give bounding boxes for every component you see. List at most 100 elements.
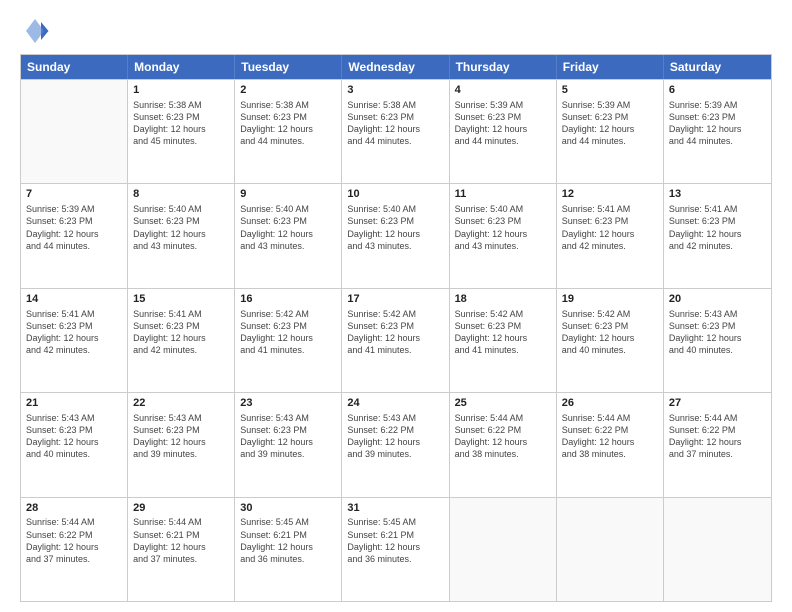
day-number: 19 [562,292,658,307]
calendar: SundayMondayTuesdayWednesdayThursdayFrid… [20,54,772,602]
cell-info: Sunrise: 5:39 AM Sunset: 6:23 PM Dayligh… [562,99,658,148]
day-number: 22 [133,396,229,411]
day-number: 28 [26,501,122,516]
cell-info: Sunrise: 5:42 AM Sunset: 6:23 PM Dayligh… [562,308,658,357]
day-header-saturday: Saturday [664,55,771,79]
cal-cell: 10Sunrise: 5:40 AM Sunset: 6:23 PM Dayli… [342,184,449,287]
cell-info: Sunrise: 5:41 AM Sunset: 6:23 PM Dayligh… [669,203,766,252]
cal-cell: 16Sunrise: 5:42 AM Sunset: 6:23 PM Dayli… [235,289,342,392]
week-row-3: 14Sunrise: 5:41 AM Sunset: 6:23 PM Dayli… [21,288,771,392]
day-number: 8 [133,187,229,202]
cal-cell: 14Sunrise: 5:41 AM Sunset: 6:23 PM Dayli… [21,289,128,392]
cal-cell: 2Sunrise: 5:38 AM Sunset: 6:23 PM Daylig… [235,80,342,183]
day-number: 16 [240,292,336,307]
cal-cell: 6Sunrise: 5:39 AM Sunset: 6:23 PM Daylig… [664,80,771,183]
cal-cell: 30Sunrise: 5:45 AM Sunset: 6:21 PM Dayli… [235,498,342,601]
cal-cell: 3Sunrise: 5:38 AM Sunset: 6:23 PM Daylig… [342,80,449,183]
cal-cell: 20Sunrise: 5:43 AM Sunset: 6:23 PM Dayli… [664,289,771,392]
cal-cell: 24Sunrise: 5:43 AM Sunset: 6:22 PM Dayli… [342,393,449,496]
calendar-header-row: SundayMondayTuesdayWednesdayThursdayFrid… [21,55,771,79]
cell-info: Sunrise: 5:40 AM Sunset: 6:23 PM Dayligh… [133,203,229,252]
cal-cell: 18Sunrise: 5:42 AM Sunset: 6:23 PM Dayli… [450,289,557,392]
cell-info: Sunrise: 5:40 AM Sunset: 6:23 PM Dayligh… [455,203,551,252]
day-header-thursday: Thursday [450,55,557,79]
cal-cell: 31Sunrise: 5:45 AM Sunset: 6:21 PM Dayli… [342,498,449,601]
day-number: 2 [240,83,336,98]
day-number: 30 [240,501,336,516]
day-number: 9 [240,187,336,202]
cal-cell: 27Sunrise: 5:44 AM Sunset: 6:22 PM Dayli… [664,393,771,496]
cell-info: Sunrise: 5:39 AM Sunset: 6:23 PM Dayligh… [455,99,551,148]
week-row-4: 21Sunrise: 5:43 AM Sunset: 6:23 PM Dayli… [21,392,771,496]
cell-info: Sunrise: 5:43 AM Sunset: 6:23 PM Dayligh… [133,412,229,461]
day-number: 1 [133,83,229,98]
day-header-sunday: Sunday [21,55,128,79]
cal-cell: 11Sunrise: 5:40 AM Sunset: 6:23 PM Dayli… [450,184,557,287]
header [20,16,772,46]
day-number: 3 [347,83,443,98]
day-number: 4 [455,83,551,98]
page: SundayMondayTuesdayWednesdayThursdayFrid… [0,0,792,612]
cell-info: Sunrise: 5:43 AM Sunset: 6:22 PM Dayligh… [347,412,443,461]
cal-cell: 13Sunrise: 5:41 AM Sunset: 6:23 PM Dayli… [664,184,771,287]
day-header-tuesday: Tuesday [235,55,342,79]
cell-info: Sunrise: 5:42 AM Sunset: 6:23 PM Dayligh… [240,308,336,357]
cell-info: Sunrise: 5:45 AM Sunset: 6:21 PM Dayligh… [240,516,336,565]
cell-info: Sunrise: 5:38 AM Sunset: 6:23 PM Dayligh… [240,99,336,148]
day-number: 14 [26,292,122,307]
cell-info: Sunrise: 5:41 AM Sunset: 6:23 PM Dayligh… [26,308,122,357]
day-number: 7 [26,187,122,202]
cell-info: Sunrise: 5:44 AM Sunset: 6:22 PM Dayligh… [669,412,766,461]
cell-info: Sunrise: 5:42 AM Sunset: 6:23 PM Dayligh… [347,308,443,357]
cal-cell: 4Sunrise: 5:39 AM Sunset: 6:23 PM Daylig… [450,80,557,183]
day-number: 26 [562,396,658,411]
cell-info: Sunrise: 5:44 AM Sunset: 6:22 PM Dayligh… [562,412,658,461]
cal-cell: 28Sunrise: 5:44 AM Sunset: 6:22 PM Dayli… [21,498,128,601]
cell-info: Sunrise: 5:39 AM Sunset: 6:23 PM Dayligh… [669,99,766,148]
cal-cell: 9Sunrise: 5:40 AM Sunset: 6:23 PM Daylig… [235,184,342,287]
day-header-monday: Monday [128,55,235,79]
day-number: 31 [347,501,443,516]
day-number: 18 [455,292,551,307]
day-number: 23 [240,396,336,411]
cell-info: Sunrise: 5:44 AM Sunset: 6:22 PM Dayligh… [26,516,122,565]
cell-info: Sunrise: 5:40 AM Sunset: 6:23 PM Dayligh… [240,203,336,252]
cell-info: Sunrise: 5:43 AM Sunset: 6:23 PM Dayligh… [26,412,122,461]
cell-info: Sunrise: 5:41 AM Sunset: 6:23 PM Dayligh… [562,203,658,252]
cal-cell: 17Sunrise: 5:42 AM Sunset: 6:23 PM Dayli… [342,289,449,392]
day-number: 5 [562,83,658,98]
day-number: 12 [562,187,658,202]
cell-info: Sunrise: 5:41 AM Sunset: 6:23 PM Dayligh… [133,308,229,357]
cell-info: Sunrise: 5:44 AM Sunset: 6:21 PM Dayligh… [133,516,229,565]
cal-cell: 8Sunrise: 5:40 AM Sunset: 6:23 PM Daylig… [128,184,235,287]
cal-cell: 5Sunrise: 5:39 AM Sunset: 6:23 PM Daylig… [557,80,664,183]
day-header-friday: Friday [557,55,664,79]
cal-cell [664,498,771,601]
cell-info: Sunrise: 5:44 AM Sunset: 6:22 PM Dayligh… [455,412,551,461]
day-number: 21 [26,396,122,411]
day-number: 20 [669,292,766,307]
week-row-5: 28Sunrise: 5:44 AM Sunset: 6:22 PM Dayli… [21,497,771,601]
day-number: 6 [669,83,766,98]
cell-info: Sunrise: 5:43 AM Sunset: 6:23 PM Dayligh… [669,308,766,357]
cal-cell: 21Sunrise: 5:43 AM Sunset: 6:23 PM Dayli… [21,393,128,496]
cal-cell [557,498,664,601]
day-number: 13 [669,187,766,202]
cal-cell: 19Sunrise: 5:42 AM Sunset: 6:23 PM Dayli… [557,289,664,392]
day-number: 27 [669,396,766,411]
day-header-wednesday: Wednesday [342,55,449,79]
day-number: 17 [347,292,443,307]
logo [20,16,56,46]
week-row-2: 7Sunrise: 5:39 AM Sunset: 6:23 PM Daylig… [21,183,771,287]
cell-info: Sunrise: 5:43 AM Sunset: 6:23 PM Dayligh… [240,412,336,461]
cell-info: Sunrise: 5:39 AM Sunset: 6:23 PM Dayligh… [26,203,122,252]
week-row-1: 1Sunrise: 5:38 AM Sunset: 6:23 PM Daylig… [21,79,771,183]
logo-icon [20,16,50,46]
cal-cell [450,498,557,601]
cal-cell [21,80,128,183]
cal-cell: 12Sunrise: 5:41 AM Sunset: 6:23 PM Dayli… [557,184,664,287]
cal-cell: 15Sunrise: 5:41 AM Sunset: 6:23 PM Dayli… [128,289,235,392]
day-number: 25 [455,396,551,411]
cell-info: Sunrise: 5:38 AM Sunset: 6:23 PM Dayligh… [133,99,229,148]
cal-cell: 26Sunrise: 5:44 AM Sunset: 6:22 PM Dayli… [557,393,664,496]
